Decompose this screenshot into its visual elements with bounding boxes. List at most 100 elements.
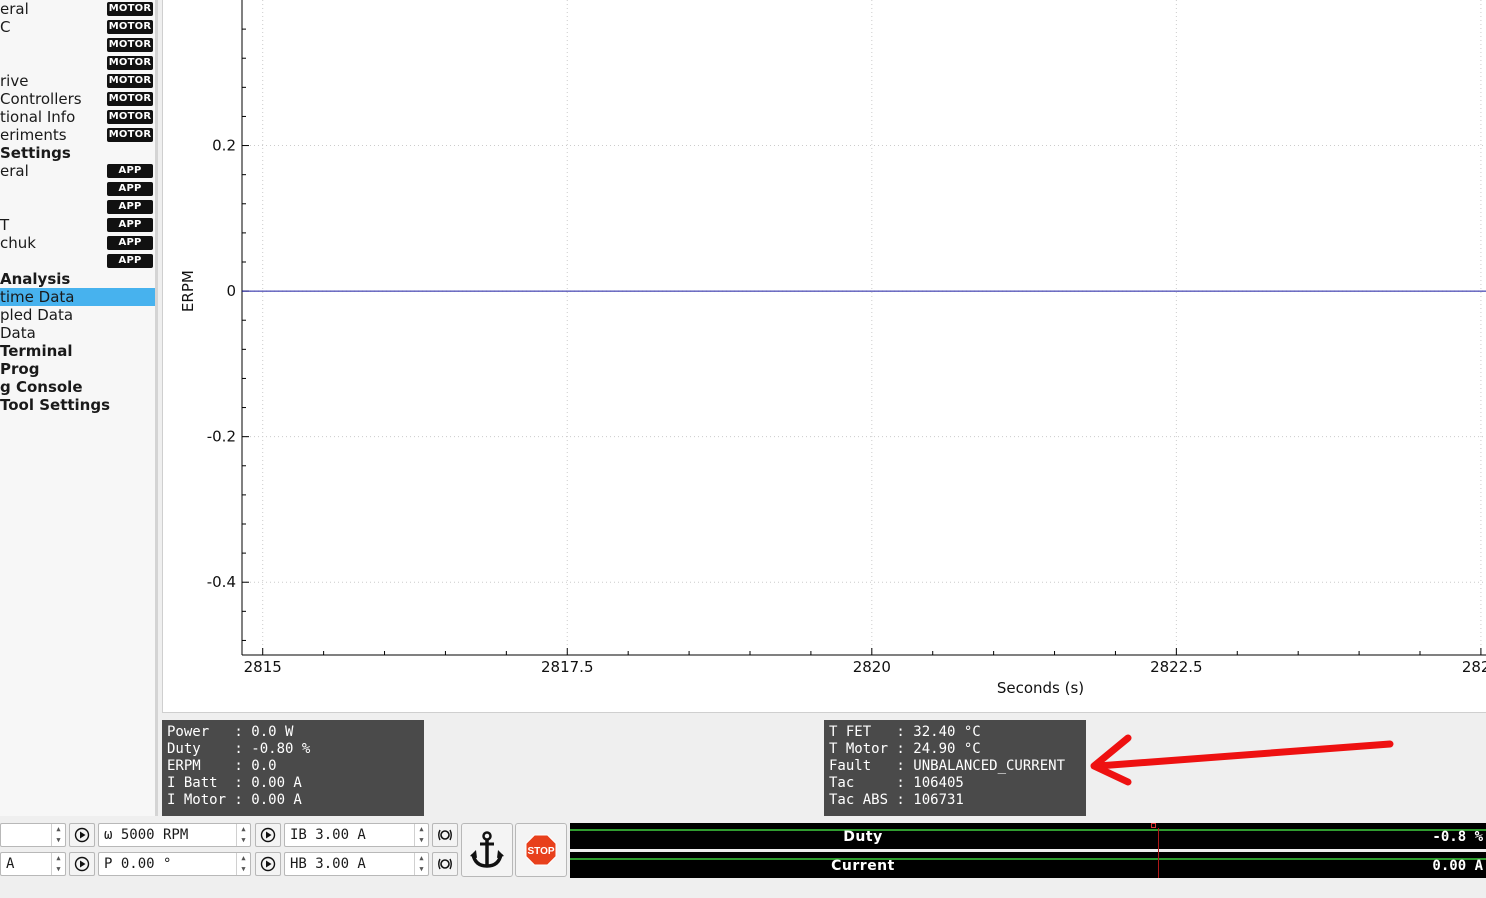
sidebar-item-label: eral bbox=[0, 162, 29, 180]
stop-button[interactable]: STOP bbox=[515, 823, 567, 877]
readout-line: I Batt : 0.00 A bbox=[167, 775, 302, 791]
sidebar-item[interactable]: Data bbox=[0, 324, 155, 342]
sidebar-item-label: Settings bbox=[0, 144, 71, 162]
brake-current-spinbox[interactable]: IB 3.00 A ▲ ▼ bbox=[284, 823, 429, 847]
sidebar-item[interactable]: rive MOTOR bbox=[0, 72, 155, 90]
sidebar-item-label: Data bbox=[0, 324, 36, 342]
rpm-spinbox[interactable]: ω 5000 RPM ▲ ▼ bbox=[98, 823, 251, 847]
handbrake-spinbox[interactable]: HB 3.00 A ▲ ▼ bbox=[284, 852, 429, 876]
sidebar-item[interactable]: APP bbox=[0, 180, 155, 198]
arrow-head bbox=[1090, 734, 1132, 786]
sidebar-item[interactable]: Terminal bbox=[0, 342, 155, 360]
readout-line: I Motor : 0.00 A bbox=[167, 792, 302, 808]
current-bar-title: Current bbox=[831, 858, 895, 874]
play-rpm-button[interactable] bbox=[255, 823, 281, 847]
brake-current-value: IB 3.00 A bbox=[290, 827, 366, 843]
sidebar-item-label: Tool Settings bbox=[0, 396, 111, 414]
sidebar-item[interactable]: g Console bbox=[0, 378, 155, 396]
play-duty-button[interactable] bbox=[69, 823, 95, 847]
sidebar-item-badge: MOTOR bbox=[107, 110, 153, 124]
sidebar-item-badge: MOTOR bbox=[107, 20, 153, 34]
anchor-icon bbox=[470, 831, 504, 868]
play-current-button[interactable] bbox=[69, 852, 95, 876]
sidebar-item[interactable]: chuk APP bbox=[0, 234, 155, 252]
sidebar-item-label: eral bbox=[0, 0, 29, 18]
spin-arrows-icon[interactable]: ▲ ▼ bbox=[51, 824, 65, 846]
sidebar-item[interactable]: MOTOR bbox=[0, 54, 155, 72]
sidebar-item[interactable]: tional Info MOTOR bbox=[0, 108, 155, 126]
sidebar-item-label: Controllers bbox=[0, 90, 82, 108]
play-circle-icon bbox=[260, 827, 276, 843]
readout-power-panel: Power : 0.0 W Duty : -0.80 % ERPM : 0.0 I B… bbox=[162, 720, 424, 816]
sidebar-item[interactable]: time Data bbox=[0, 288, 155, 306]
sidebar-item-badge: MOTOR bbox=[107, 38, 153, 52]
play-position-button[interactable] bbox=[255, 852, 281, 876]
sidebar-item[interactable]: Prog bbox=[0, 360, 155, 378]
sidebar-item-badge: APP bbox=[107, 236, 153, 250]
sidebar-item-badge: MOTOR bbox=[107, 2, 153, 16]
spin-arrows-icon[interactable]: ▲ ▼ bbox=[51, 853, 65, 875]
readout-line: Tac ABS : 106731 bbox=[829, 792, 964, 808]
sidebar-item[interactable]: Controllers MOTOR bbox=[0, 90, 155, 108]
x-tick-label: 2822.5 bbox=[1150, 658, 1203, 676]
sidebar-item-label: C bbox=[0, 18, 11, 36]
sidebar-item-label: chuk bbox=[0, 234, 36, 252]
readout-line: Tac : 106405 bbox=[829, 775, 964, 791]
readout-line: T Motor : 24.90 °C bbox=[829, 741, 981, 757]
readout-line: Power : 0.0 W bbox=[167, 724, 294, 740]
current-spinbox[interactable]: A ▲ ▼ bbox=[0, 852, 66, 876]
readout-line: T FET : 32.40 °C bbox=[829, 724, 981, 740]
sidebar-item[interactable]: APP bbox=[0, 198, 155, 216]
sidebar-item[interactable]: pled Data bbox=[0, 306, 155, 324]
stop-label: STOP bbox=[527, 846, 554, 857]
annotation-arrow bbox=[1090, 734, 1394, 786]
spin-arrows-icon[interactable]: ▲ ▼ bbox=[236, 824, 250, 846]
sidebar-item[interactable]: Tool Settings bbox=[0, 396, 155, 414]
sidebar-item-badge: APP bbox=[107, 254, 153, 268]
handbrake-button[interactable] bbox=[432, 852, 458, 876]
sidebar-item-label: time Data bbox=[0, 288, 75, 306]
current-spinbox-value: A bbox=[6, 856, 15, 872]
sidebar-item-label: rive bbox=[0, 72, 29, 90]
spin-arrows-icon[interactable]: ▲ ▼ bbox=[414, 853, 428, 875]
brake-button[interactable] bbox=[432, 823, 458, 847]
spin-arrows-icon[interactable]: ▲ ▼ bbox=[414, 824, 428, 846]
sidebar-item[interactable]: eral MOTOR bbox=[0, 0, 155, 18]
sidebar-item-badge: APP bbox=[107, 182, 153, 196]
sidebar-item[interactable]: T APP bbox=[0, 216, 155, 234]
arrow-shaft bbox=[1094, 740, 1394, 770]
sidebar-item-badge: APP bbox=[107, 164, 153, 178]
position-spinbox[interactable]: P 0.00 ° ▲ ▼ bbox=[98, 852, 251, 876]
play-circle-icon bbox=[260, 856, 276, 872]
x-tick-label: 2820 bbox=[853, 658, 891, 676]
duty-bar-title: Duty bbox=[843, 829, 883, 845]
sidebar-item[interactable]: APP bbox=[0, 252, 155, 270]
y-tick-label: -0.4 bbox=[207, 573, 236, 591]
duty-spinbox[interactable]: ▲ ▼ bbox=[0, 823, 66, 847]
play-circle-icon bbox=[74, 827, 90, 843]
brake-icon bbox=[438, 829, 452, 841]
sidebar-item[interactable]: Settings bbox=[0, 144, 155, 162]
sidebar-item[interactable]: MOTOR bbox=[0, 36, 155, 54]
spin-arrows-icon[interactable]: ▲ ▼ bbox=[236, 853, 250, 875]
sidebar-item[interactable]: eral APP bbox=[0, 162, 155, 180]
sidebar-splitter[interactable] bbox=[155, 0, 158, 816]
sidebar-item-label: Prog bbox=[0, 360, 40, 378]
sidebar-item-label: tional Info bbox=[0, 108, 76, 126]
anchor-button[interactable] bbox=[461, 823, 513, 877]
sidebar-item[interactable]: Analysis bbox=[0, 270, 155, 288]
stop-sign-icon: STOP bbox=[525, 834, 557, 866]
realtime-plot[interactable]: 2815 2817.5 2820 2822.5 2825 0.2 0 -0.2 -0.4 Seco… bbox=[162, 0, 1486, 713]
sidebar-item-label: Analysis bbox=[0, 270, 71, 288]
sidebar-item[interactable]: C MOTOR bbox=[0, 18, 155, 36]
sidebar-item[interactable]: eriments MOTOR bbox=[0, 126, 155, 144]
brake-icon bbox=[438, 858, 452, 870]
current-bar-value: 0.00 A bbox=[1432, 858, 1483, 874]
duty-bar-value: -0.8 % bbox=[1432, 829, 1483, 845]
bar-center-line bbox=[1158, 828, 1159, 878]
sidebar-item-badge: MOTOR bbox=[107, 128, 153, 142]
readout-fault-panel: T FET : 32.40 °C T Motor : 24.90 °C Fault … bbox=[824, 720, 1086, 816]
x-tick-label: 2815 bbox=[244, 658, 282, 676]
x-tick-label: 2817.5 bbox=[541, 658, 594, 676]
sidebar-item-badge: MOTOR bbox=[107, 56, 153, 70]
